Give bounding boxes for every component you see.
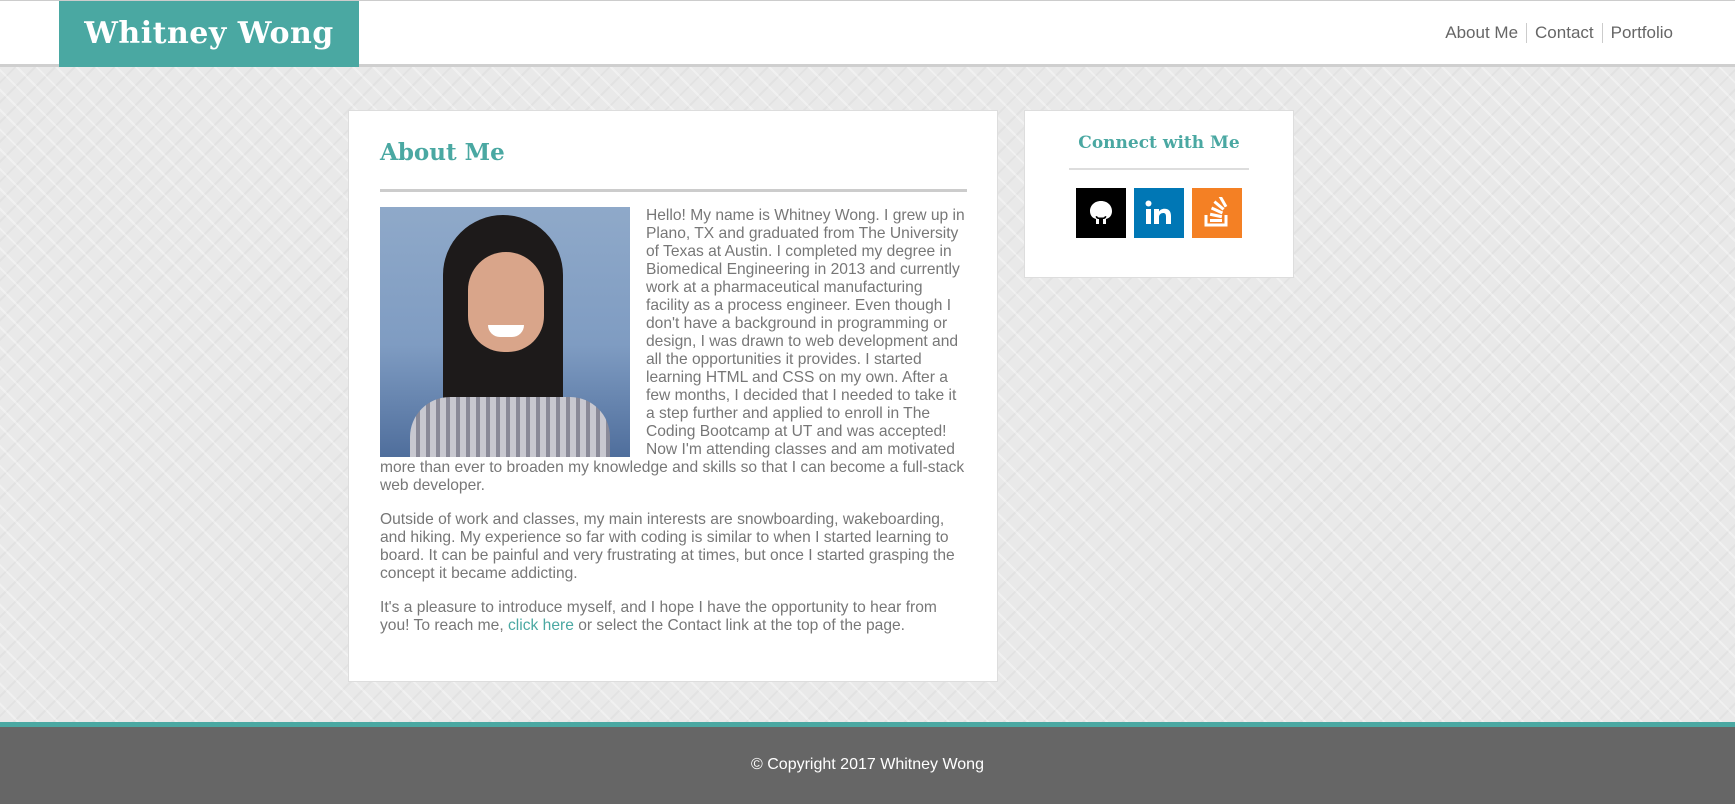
profile-photo <box>380 207 630 457</box>
site-brand[interactable]: Whitney Wong <box>59 1 359 67</box>
bio-closing-paragraph: It's a pleasure to introduce myself, and… <box>380 599 967 635</box>
nav-about-me[interactable]: About Me <box>1437 23 1526 43</box>
github-icon[interactable] <box>1076 188 1126 238</box>
linkedin-icon[interactable] <box>1134 188 1184 238</box>
stackoverflow-icon[interactable] <box>1192 188 1242 238</box>
title-divider <box>380 189 967 192</box>
site-header: Whitney Wong About Me Contact Portfolio <box>0 0 1735 67</box>
main-nav: About Me Contact Portfolio <box>1437 23 1681 43</box>
nav-contact[interactable]: Contact <box>1527 23 1602 43</box>
bio-paragraph: Outside of work and classes, my main int… <box>380 511 955 582</box>
site-footer: © Copyright 2017 Whitney Wong <box>0 722 1735 804</box>
copyright-text: © Copyright 2017 Whitney Wong <box>751 756 984 773</box>
nav-portfolio[interactable]: Portfolio <box>1603 23 1681 43</box>
connect-divider <box>1069 168 1249 170</box>
closing-text-after: or select the Contact link at the top of… <box>573 617 906 634</box>
bio-content: Hello! My name is Whitney Wong. I grew u… <box>380 207 967 635</box>
about-me-title: About Me <box>380 139 505 166</box>
connect-title: Connect with Me <box>1078 133 1240 153</box>
contact-link[interactable]: click here <box>508 617 574 634</box>
social-links <box>1025 188 1293 238</box>
about-me-card: About Me Hello! My name is Whitney Wong.… <box>348 110 998 682</box>
connect-card: Connect with Me <box>1024 110 1294 278</box>
